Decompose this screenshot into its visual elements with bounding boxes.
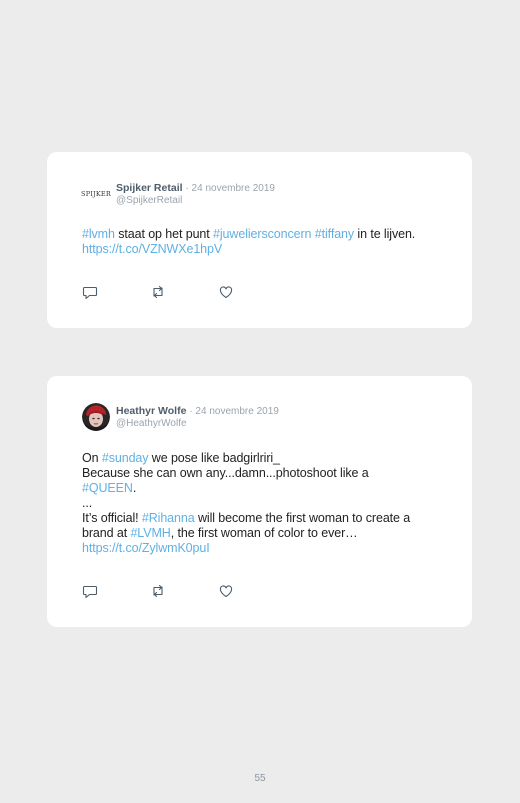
reply-icon[interactable]	[82, 583, 98, 599]
author-block: Spijker Retail · 24 novembre 2019 @Spijk…	[116, 182, 275, 207]
tweet-text-segment: On	[82, 451, 102, 465]
tweet-date[interactable]: · 24 novembre 2019	[185, 183, 275, 194]
author-name[interactable]: Spijker Retail	[116, 182, 183, 194]
hashtag-link[interactable]: #lvmh	[82, 227, 115, 241]
tweet-text-segment: we pose like badgirlriri_	[148, 451, 280, 465]
hashtag-link[interactable]: #Rihanna	[142, 511, 195, 525]
tweet-actions	[82, 284, 234, 300]
tweet-text: #lvmh staat op het punt #juweliersconcer…	[82, 227, 442, 257]
author-name[interactable]: Heathyr Wolfe	[116, 405, 186, 417]
url-link[interactable]: https://t.co/VZNWXe1hpV	[82, 242, 222, 256]
author-line: Heathyr Wolfe · 24 novembre 2019	[116, 405, 279, 418]
hashtag-link[interactable]: #QUEEN	[82, 481, 133, 495]
avatar[interactable]	[82, 403, 110, 431]
tweet-text-segment: .	[132, 481, 137, 495]
tweet-date[interactable]: · 24 novembre 2019	[189, 406, 279, 417]
like-icon[interactable]	[218, 284, 234, 300]
like-icon[interactable]	[218, 583, 234, 599]
author-handle[interactable]: @SpijkerRetail	[116, 195, 275, 207]
hashtag-link[interactable]: #sunday	[102, 451, 149, 465]
avatar-logo-text: SPIJKER	[81, 190, 111, 198]
tweet-text-segment: in te lijven.	[354, 227, 416, 241]
tweet-header: SPIJKER Spijker Retail · 24 novembre 201…	[81, 180, 275, 208]
tweet-text-segment: , the first woman of color to ever…	[170, 526, 358, 540]
hashtag-link[interactable]: #tiffany	[315, 227, 354, 241]
tweet-text-segment: ...	[82, 496, 93, 510]
tweet-text-segment: Because she can own any...damn...photosh…	[82, 466, 369, 480]
tweet-header: Heathyr Wolfe · 24 novembre 2019 @Heathy…	[82, 403, 279, 431]
url-link[interactable]: https://t.co/ZylwmK0puI	[82, 541, 210, 555]
hashtag-link[interactable]: #LVMH	[130, 526, 170, 540]
author-handle[interactable]: @HeathyrWolfe	[116, 418, 279, 430]
avatar[interactable]: SPIJKER	[81, 180, 111, 208]
retweet-icon[interactable]	[150, 583, 166, 599]
tweet-text-segment: staat op het punt	[114, 227, 214, 241]
tweet-text: On #sunday we pose like badgirlriri_ Beca…	[82, 451, 442, 556]
author-block: Heathyr Wolfe · 24 novembre 2019 @Heathy…	[116, 405, 279, 430]
tweet-text-segment: It’s official!	[82, 511, 142, 525]
hashtag-link[interactable]: #juweliersconcern	[213, 227, 311, 241]
page-number: 55	[254, 773, 266, 784]
retweet-icon[interactable]	[150, 284, 166, 300]
tweet-card: Heathyr Wolfe · 24 novembre 2019 @Heathy…	[47, 376, 472, 627]
tweet-card: SPIJKER Spijker Retail · 24 novembre 201…	[47, 152, 472, 328]
reply-icon[interactable]	[82, 284, 98, 300]
author-line: Spijker Retail · 24 novembre 2019	[116, 182, 275, 195]
tweet-actions	[82, 583, 234, 599]
